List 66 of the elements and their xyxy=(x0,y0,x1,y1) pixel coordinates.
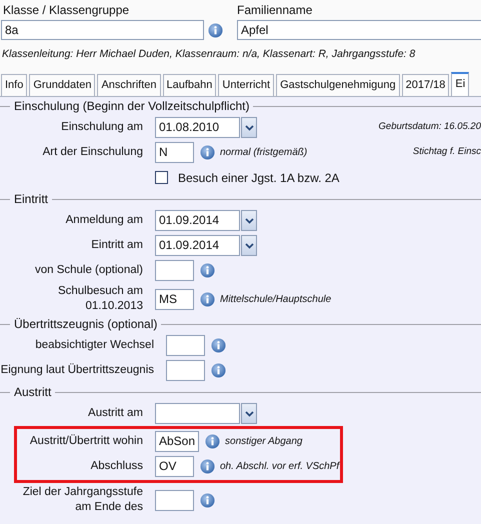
tab[interactable]: Laufbahn xyxy=(162,74,216,96)
checkbox-label: Besuch einer Jgst. 1A bzw. 2A xyxy=(178,170,340,186)
tab[interactable]: Gastschulgenehmigung xyxy=(276,74,400,96)
tab[interactable]: Grunddaten xyxy=(29,74,96,96)
description-text: Mittelschule/Hauptschule xyxy=(220,292,332,306)
code-field[interactable]: AbSon xyxy=(155,431,200,452)
section-title: Einschulung (Beginn der Vollzeitschulpflicht) xyxy=(14,98,250,115)
tab[interactable]: 2017/18 xyxy=(402,74,450,96)
caret-icon xyxy=(244,410,254,416)
side-note: Geburtsdatum: 16.05.20 xyxy=(378,120,481,134)
date-field[interactable]: 01.08.2010 xyxy=(155,117,240,138)
field-label: von Schule (optional) xyxy=(34,263,144,278)
caret-icon xyxy=(244,242,254,248)
info-icon[interactable] xyxy=(211,338,226,353)
dropdown-button[interactable] xyxy=(241,210,257,231)
caret-icon xyxy=(244,124,254,130)
field-label: Klasse / Klassengruppe xyxy=(3,2,130,19)
class-field[interactable]: 8a xyxy=(1,20,204,40)
dropdown-button[interactable] xyxy=(241,117,257,138)
section-title: Austritt xyxy=(14,384,52,401)
field-label: Austritt am xyxy=(87,406,144,421)
field-label: Ziel der Jahrgangsstufe am Ende des xyxy=(22,485,144,515)
tab[interactable]: Info xyxy=(1,74,28,96)
description-text: oh. Abschl. vor erf. VSchPf xyxy=(220,460,340,474)
field-label: Eignung laut Übertrittszeugnis xyxy=(0,363,155,378)
code-field[interactable]: MS xyxy=(155,288,194,310)
tab[interactable]: Anschriften xyxy=(97,74,160,96)
dropdown-button[interactable] xyxy=(241,403,257,424)
info-icon[interactable] xyxy=(200,492,215,508)
description-text: normal (fristgemäß) xyxy=(220,146,308,160)
section-title: Eintritt xyxy=(14,191,48,208)
field-label: Abschluss xyxy=(90,459,144,474)
field-label: Eintritt am xyxy=(90,238,144,253)
code-field[interactable] xyxy=(166,335,205,356)
dropdown-button[interactable] xyxy=(241,235,257,256)
field-label: beabsichtigter Wechsel xyxy=(34,338,155,353)
field-label: Anmeldung am xyxy=(64,213,144,228)
info-icon[interactable] xyxy=(211,363,226,378)
info-icon[interactable] xyxy=(208,23,223,38)
field-label: Austritt/Übertritt wohin xyxy=(28,434,144,449)
section-title: Übertrittszeugnis (optional) xyxy=(14,316,158,333)
code-field[interactable] xyxy=(155,490,194,510)
date-field[interactable] xyxy=(155,403,240,424)
code-field[interactable] xyxy=(155,260,194,281)
info-icon[interactable] xyxy=(200,145,215,160)
side-note: Stichtag f. Einsc xyxy=(412,145,481,160)
field-label: Einschulung am xyxy=(60,120,144,135)
info-icon[interactable] xyxy=(200,292,215,306)
code-field[interactable]: OV xyxy=(155,456,194,477)
info-icon[interactable] xyxy=(200,263,215,278)
field-label: Schulbesuch am 01.10.2013 xyxy=(56,284,144,314)
field-label: Familienname xyxy=(237,2,312,19)
description-text: sonstiger Abgang xyxy=(225,435,302,449)
caret-icon xyxy=(244,218,254,224)
info-icon[interactable] xyxy=(200,459,215,474)
date-field[interactable]: 01.09.2014 xyxy=(155,235,240,256)
tab[interactable]: Unterricht xyxy=(218,74,274,96)
field-label: Art der Einschulung xyxy=(42,145,144,160)
info-icon[interactable] xyxy=(205,434,220,449)
code-field[interactable]: N xyxy=(155,142,194,163)
tab[interactable]: Ei xyxy=(451,72,470,96)
date-field[interactable]: 01.09.2014 xyxy=(155,210,240,231)
family-name-field[interactable]: Apfel xyxy=(237,20,481,40)
code-field[interactable] xyxy=(166,360,205,381)
class-info-text: Klassenleitung: Herr Michael Duden, Klassenraum: n/a, Klassenart: R, Jahrgangsstufe: 8 xyxy=(2,47,416,62)
checkbox[interactable] xyxy=(155,171,168,184)
